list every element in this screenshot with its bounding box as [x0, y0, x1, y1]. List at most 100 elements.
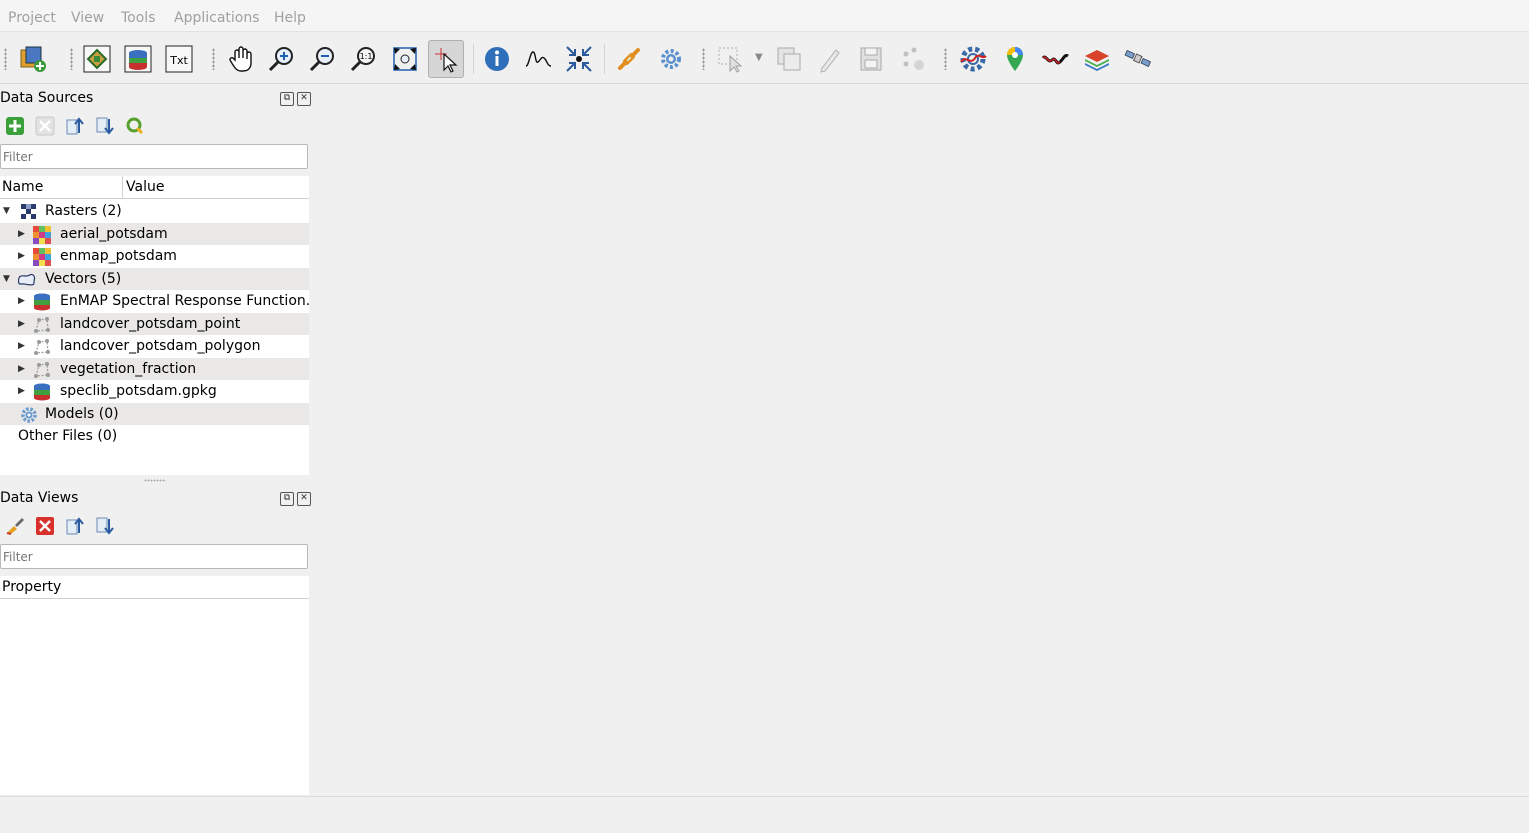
add-feature-icon[interactable] — [896, 41, 930, 77]
data-sources-title: Data Sources — [0, 90, 94, 106]
vector-group-icon — [18, 273, 36, 286]
spectral-profile-source-icon[interactable] — [1038, 41, 1072, 77]
layers-icon[interactable] — [1080, 41, 1114, 77]
status-bar — [0, 796, 1529, 833]
data-views-toolbar — [0, 514, 120, 538]
expand-arrow-icon[interactable]: ▶ — [18, 290, 28, 312]
data-views-tree[interactable] — [0, 599, 309, 795]
tree-item-vector[interactable]: ▶ vegetation_fraction — [0, 358, 309, 380]
column-value[interactable]: Value — [126, 179, 164, 195]
tree-item-raster[interactable]: ▶ enmap_potsdam — [0, 245, 309, 267]
vector-name: landcover_potsdam_polygon — [60, 338, 261, 354]
move-to-center-icon[interactable] — [562, 41, 596, 77]
menu-view[interactable]: View — [71, 10, 104, 26]
tree-group-other-files[interactable]: Other Files (0) — [0, 425, 309, 447]
expand-arrow-icon[interactable]: ▶ — [18, 335, 28, 357]
pan-icon[interactable] — [224, 41, 258, 77]
main-view-area[interactable] — [312, 84, 1529, 832]
settings-gear-icon[interactable] — [654, 41, 688, 77]
expand-arrow-icon[interactable]: ▶ — [18, 380, 28, 402]
raster-layer-icon — [33, 248, 51, 266]
vectors-label: Vectors (5) — [45, 271, 122, 287]
tree-item-vector[interactable]: ▶ speclib_potsdam.gpkg — [0, 380, 309, 402]
close-panel-icon[interactable]: ✕ — [297, 492, 311, 506]
add-data-source-icon[interactable] — [16, 41, 50, 77]
select-map-location-icon[interactable] — [428, 40, 464, 78]
menu-help[interactable]: Help — [274, 10, 306, 26]
new-map-view-icon[interactable] — [80, 41, 114, 77]
remove-source-icon[interactable] — [30, 114, 60, 138]
new-text-view-icon[interactable]: Txt — [162, 41, 196, 77]
menu-project[interactable]: Project — [8, 10, 56, 26]
satellite-icon[interactable] — [1121, 41, 1155, 77]
clear-views-icon[interactable] — [0, 514, 30, 538]
new-spectral-library-view-icon[interactable] — [121, 41, 155, 77]
raster-group-icon — [21, 204, 36, 219]
raster-name: enmap_potsdam — [60, 248, 177, 264]
raster-name: aerial_potsdam — [60, 226, 168, 242]
spectral-profile-icon[interactable] — [521, 41, 555, 77]
edit-pencil-icon[interactable] — [812, 41, 846, 77]
vector-layer-icon — [34, 339, 50, 355]
tree-item-vector[interactable]: ▶ landcover_potsdam_polygon — [0, 335, 309, 357]
menu-bar: Project View Tools Applications Help — [0, 0, 1529, 32]
close-panel-icon[interactable]: ✕ — [297, 92, 311, 106]
models-gear-icon — [21, 407, 37, 423]
remove-view-icon[interactable] — [30, 514, 60, 538]
data-views-filter-input[interactable] — [0, 544, 308, 569]
collapse-all-icon[interactable] — [90, 514, 120, 538]
models-label: Models (0) — [45, 406, 119, 422]
vector-layer-icon — [34, 362, 50, 378]
float-panel-icon[interactable]: ⧉ — [280, 92, 294, 106]
expand-arrow-icon[interactable]: ▶ — [18, 313, 28, 335]
collapse-arrow-icon[interactable]: ▼ — [3, 268, 13, 290]
data-views-title: Data Views — [0, 490, 79, 506]
zoom-out-icon[interactable] — [306, 41, 340, 77]
select-features-icon[interactable] — [714, 41, 748, 77]
expand-arrow-icon[interactable]: ▶ — [18, 245, 28, 267]
collapse-arrow-icon[interactable]: ▼ — [3, 200, 13, 222]
zoom-in-icon[interactable] — [265, 41, 299, 77]
vector-name: landcover_potsdam_point — [60, 316, 241, 332]
spectral-library-icon — [34, 293, 50, 311]
vector-layer-icon — [34, 317, 50, 333]
column-property[interactable]: Property — [2, 579, 61, 595]
menu-tools[interactable]: Tools — [121, 10, 156, 26]
delete-features-icon[interactable] — [772, 41, 806, 77]
tree-item-raster[interactable]: ▶ aerial_potsdam — [0, 223, 309, 245]
spectral-library-icon — [34, 383, 50, 401]
location-browser-icon[interactable] — [998, 41, 1032, 77]
tree-item-vector[interactable]: ▶ landcover_potsdam_point — [0, 313, 309, 335]
save-edits-icon[interactable] — [854, 41, 888, 77]
add-source-icon[interactable] — [0, 114, 30, 138]
main-toolbar: Txt 1:1 ▼ — [0, 32, 1529, 84]
data-views-tree-header: Property — [0, 576, 309, 599]
float-panel-icon[interactable]: ⧉ — [280, 492, 294, 506]
collapse-all-icon[interactable] — [90, 114, 120, 138]
svg-text:Txt: Txt — [169, 54, 188, 67]
vector-name: vegetation_fraction — [60, 361, 197, 377]
expand-all-icon[interactable] — [60, 114, 90, 138]
zoom-native-resolution-icon[interactable]: 1:1 — [347, 41, 381, 77]
tree-group-vectors[interactable]: ▼ Vectors (5) — [0, 268, 309, 290]
identify-icon[interactable] — [480, 41, 514, 77]
tree-item-vector[interactable]: ▶ EnMAP Spectral Response Function... — [0, 290, 309, 312]
rasters-label: Rasters (2) — [45, 203, 122, 219]
tree-group-models[interactable]: Models (0) — [0, 403, 309, 425]
expand-arrow-icon[interactable]: ▶ — [18, 223, 28, 245]
panel-splitter-handle[interactable] — [144, 479, 166, 482]
menu-applications[interactable]: Applications — [174, 10, 260, 26]
zoom-full-extent-icon[interactable] — [388, 41, 422, 77]
vector-name: speclib_potsdam.gpkg — [60, 383, 217, 399]
qgis-sync-icon[interactable] — [120, 114, 150, 138]
tree-group-rasters[interactable]: ▼ Rasters (2) — [0, 200, 309, 222]
link-views-icon[interactable] — [612, 41, 646, 77]
expand-all-icon[interactable] — [60, 514, 90, 538]
data-sources-toolbar — [0, 114, 150, 138]
toolbar-grip[interactable] — [4, 48, 7, 70]
expand-arrow-icon[interactable]: ▶ — [18, 358, 28, 380]
select-features-dropdown-icon[interactable]: ▼ — [755, 52, 763, 63]
data-sources-filter-input[interactable] — [0, 144, 308, 169]
processing-toolbox-icon[interactable] — [956, 41, 990, 77]
column-name[interactable]: Name — [2, 179, 43, 195]
